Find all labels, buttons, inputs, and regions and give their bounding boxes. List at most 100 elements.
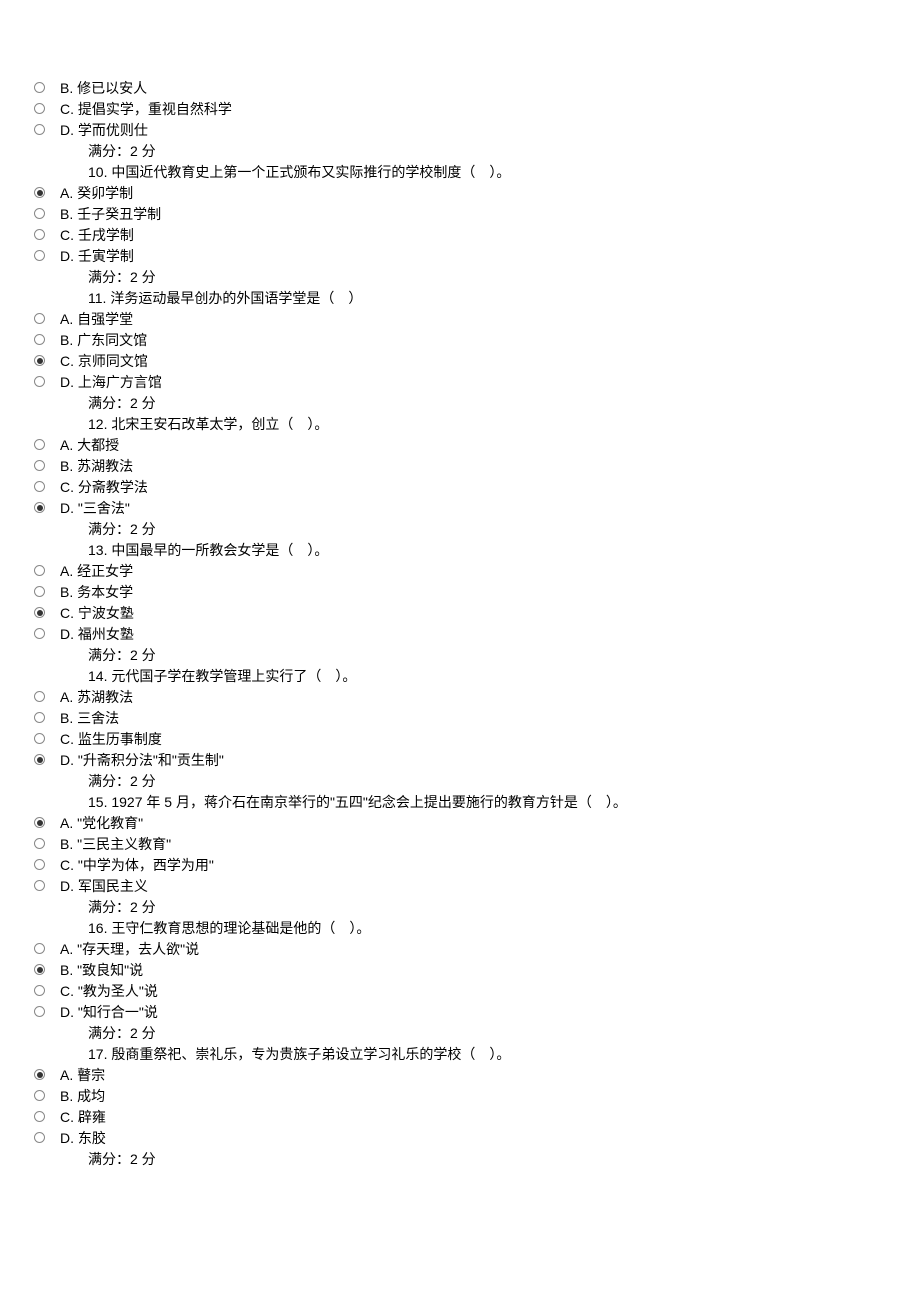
- radio-button[interactable]: [34, 229, 45, 240]
- option-row: A. 经正女学: [60, 561, 880, 582]
- question-text: 中国最早的一所教会女学是（ ）。: [111, 542, 328, 558]
- option-letter: D: [60, 248, 70, 264]
- option-text: 修已以安人: [77, 80, 147, 96]
- question-number: 17: [88, 1046, 104, 1062]
- radio-button[interactable]: [34, 1006, 45, 1017]
- option-text: 自强学堂: [77, 311, 133, 327]
- question-text: 北宋王安石改革太学，创立（ ）。: [111, 416, 328, 432]
- radio-button[interactable]: [34, 124, 45, 135]
- option-letter: D: [60, 1130, 70, 1146]
- option-text: 宁波女塾: [78, 605, 134, 621]
- radio-button[interactable]: [34, 1132, 45, 1143]
- option-text: "三舍法": [78, 500, 130, 516]
- option-row: D. "知行合一"说: [60, 1002, 880, 1023]
- option-text: 瞽宗: [77, 1067, 105, 1083]
- option-row: C. 监生历事制度: [60, 729, 880, 750]
- radio-button[interactable]: [34, 754, 45, 765]
- option-row: D. 福州女塾: [60, 624, 880, 645]
- option-row: C. 壬戌学制: [60, 225, 880, 246]
- option-letter: C: [60, 605, 70, 621]
- option-row: C. 辟雍: [60, 1107, 880, 1128]
- radio-button[interactable]: [34, 334, 45, 345]
- radio-button[interactable]: [34, 1090, 45, 1101]
- radio-button[interactable]: [34, 838, 45, 849]
- option-letter: C: [60, 1109, 70, 1125]
- option-row: C. 分斋教学法: [60, 477, 880, 498]
- points-row: 满分：2 分: [60, 393, 880, 414]
- radio-button[interactable]: [34, 712, 45, 723]
- option-row: D. 学而优则仕: [60, 120, 880, 141]
- option-letter: B: [60, 458, 69, 474]
- question-number: 16: [88, 920, 104, 936]
- radio-button[interactable]: [34, 502, 45, 513]
- option-text: 京师同文馆: [78, 353, 148, 369]
- question-number: 11: [88, 290, 103, 306]
- radio-button[interactable]: [34, 964, 45, 975]
- question-text: 1927 年 5 月，蒋介石在南京举行的"五四"纪念会上提出要施行的教育方针是（…: [111, 794, 627, 810]
- radio-button[interactable]: [34, 1069, 45, 1080]
- radio-button[interactable]: [34, 628, 45, 639]
- option-text: 壬子癸丑学制: [77, 206, 161, 222]
- radio-button[interactable]: [34, 439, 45, 450]
- option-letter: A: [60, 689, 69, 705]
- option-letter: B: [60, 584, 69, 600]
- option-text: 监生历事制度: [78, 731, 162, 747]
- radio-button[interactable]: [34, 208, 45, 219]
- question-text: 王守仁教育思想的理论基础是他的（ ）。: [111, 920, 370, 936]
- radio-button[interactable]: [34, 565, 45, 576]
- radio-button[interactable]: [34, 733, 45, 744]
- option-row: B. 广东同文馆: [60, 330, 880, 351]
- question-row: 14. 元代国子学在教学管理上实行了（ ）。: [60, 666, 880, 687]
- radio-button[interactable]: [34, 859, 45, 870]
- option-row: B. "致良知"说: [60, 960, 880, 981]
- option-letter: D: [60, 626, 70, 642]
- radio-button[interactable]: [34, 481, 45, 492]
- points-row: 满分：2 分: [60, 1149, 880, 1170]
- option-text: "三民主义教育": [77, 836, 171, 852]
- option-text: 经正女学: [77, 563, 133, 579]
- option-row: B. 修已以安人: [60, 78, 880, 99]
- radio-button[interactable]: [34, 460, 45, 471]
- radio-button[interactable]: [34, 607, 45, 618]
- radio-button[interactable]: [34, 313, 45, 324]
- option-text: 壬戌学制: [78, 227, 134, 243]
- radio-button[interactable]: [34, 691, 45, 702]
- option-letter: B: [60, 962, 69, 978]
- option-letter: A: [60, 563, 69, 579]
- radio-button[interactable]: [34, 376, 45, 387]
- option-row: D. "三舍法": [60, 498, 880, 519]
- radio-button[interactable]: [34, 880, 45, 891]
- points-row: 满分：2 分: [60, 519, 880, 540]
- question-text: 中国近代教育史上第一个正式颁布又实际推行的学校制度（ ）。: [111, 164, 510, 180]
- option-text: 学而优则仕: [78, 122, 148, 138]
- radio-button[interactable]: [34, 943, 45, 954]
- option-letter: B: [60, 332, 69, 348]
- radio-button[interactable]: [34, 817, 45, 828]
- radio-button[interactable]: [34, 103, 45, 114]
- option-text: 务本女学: [77, 584, 133, 600]
- points-row: 满分：2 分: [60, 1023, 880, 1044]
- option-text: "教为圣人"说: [78, 983, 158, 999]
- option-letter: D: [60, 122, 70, 138]
- option-text: "存天理，去人欲"说: [77, 941, 199, 957]
- option-text: 壬寅学制: [78, 248, 134, 264]
- radio-button[interactable]: [34, 355, 45, 366]
- option-row: C. 宁波女塾: [60, 603, 880, 624]
- radio-button[interactable]: [34, 985, 45, 996]
- option-row: D. "升斋积分法"和"贡生制": [60, 750, 880, 771]
- option-row: A. "党化教育": [60, 813, 880, 834]
- points-row: 满分：2 分: [60, 267, 880, 288]
- question-row: 13. 中国最早的一所教会女学是（ ）。: [60, 540, 880, 561]
- option-letter: C: [60, 983, 70, 999]
- option-row: D. 上海广方言馆: [60, 372, 880, 393]
- points-label: 满分：2 分: [88, 647, 156, 663]
- option-text: "致良知"说: [77, 962, 143, 978]
- radio-button[interactable]: [34, 1111, 45, 1122]
- radio-button[interactable]: [34, 586, 45, 597]
- option-letter: D: [60, 500, 70, 516]
- radio-button[interactable]: [34, 82, 45, 93]
- radio-button[interactable]: [34, 187, 45, 198]
- radio-button[interactable]: [34, 250, 45, 261]
- option-row: D. 东胶: [60, 1128, 880, 1149]
- option-text: 苏湖教法: [77, 689, 133, 705]
